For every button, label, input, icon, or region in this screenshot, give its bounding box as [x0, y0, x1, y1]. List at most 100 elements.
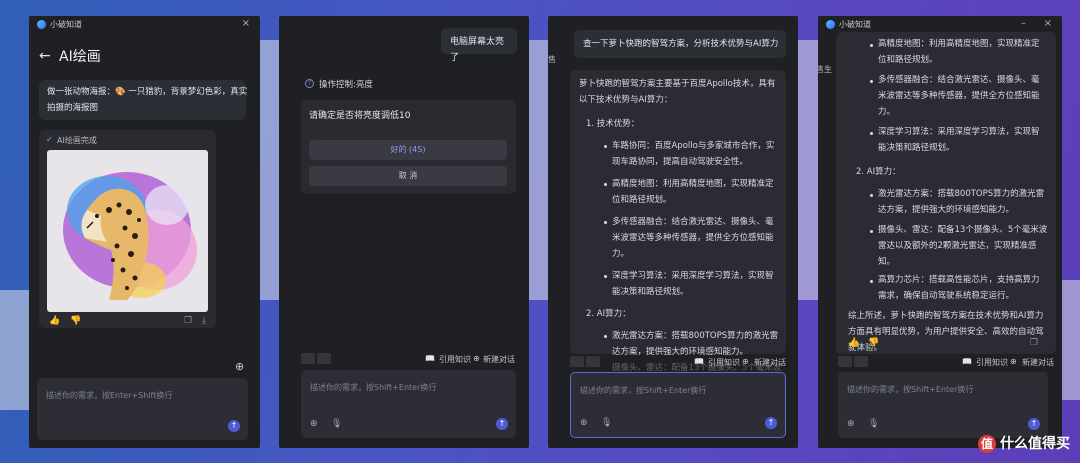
document-icon[interactable]	[301, 353, 315, 364]
thumbs-up-icon[interactable]: 👍	[848, 338, 859, 348]
cheetah-image[interactable]	[47, 150, 208, 312]
new-chat-icon: ⊕	[742, 357, 749, 366]
cloud-icon[interactable]	[586, 356, 600, 367]
help-icon: ?	[305, 79, 314, 88]
input-placeholder: 描述你的需求，按Enter+Shift换行	[46, 391, 173, 400]
add-icon[interactable]: ⊕	[310, 419, 318, 429]
message-input[interactable]: 描述你的需求，按Shift+Enter换行 ⊕ 🎙 ↑	[301, 370, 516, 438]
reply-line: 车路协同：百度Apollo与多家城市合作，实	[612, 141, 775, 151]
reply-line: 摄像头、雷达：配备13个摄像头、5个毫米波	[878, 225, 1048, 235]
reply-line: 位和路径规划。	[612, 195, 672, 205]
send-button[interactable]: ↑	[228, 420, 240, 432]
download-icon[interactable]: ⤓	[202, 316, 206, 326]
knowledge-button[interactable]: 引用知识	[439, 354, 471, 365]
message-input[interactable]: 描述你的需求，按Shift+Enter换行 ⊕ 🎙 ↑	[838, 372, 1048, 438]
message-input[interactable]: 描述你的需求，按Shift+Enter换行 ⊕ 🎙 ↑	[570, 372, 786, 438]
book-icon: 📖	[425, 354, 435, 363]
background-strip	[0, 290, 29, 410]
bullet-icon	[870, 230, 873, 233]
prompt-line: 做一张动物海报：🎨 一只猎豹，背景梦幻色彩，真实	[47, 87, 248, 97]
book-icon: 📖	[694, 357, 704, 366]
edge-label: 售生	[818, 65, 832, 74]
reply-line: 达方案，提供强大的环境感知能力。	[878, 205, 1015, 215]
bullet-icon	[604, 275, 607, 278]
cancel-button[interactable]: 取 消	[309, 166, 507, 186]
reply-line: 米波雷达等多种传感器，提供全方位感知能	[612, 233, 774, 243]
reply-line: 萝卜快跑的智驾方案主要基于百度Apollo技术，具有	[579, 79, 776, 89]
new-chat-button[interactable]: 新建对话	[483, 354, 515, 365]
input-toolbar: 📖 引用知识 ⊕ 新建对话	[838, 356, 1056, 368]
send-button[interactable]: ↑	[765, 417, 777, 429]
bullet-icon	[870, 132, 873, 135]
new-chat-button[interactable]: 新建对话	[754, 357, 786, 368]
confirm-button[interactable]: 好的 (4S)	[309, 140, 507, 160]
bullet-icon	[604, 183, 607, 186]
site-watermark: 值什么值得买	[978, 433, 1070, 453]
reply-line: 高精度地图：利用高精度地图，实现精准定	[612, 179, 774, 189]
app-logo-icon	[826, 20, 835, 29]
new-chat-button[interactable]: 新建对话	[1022, 357, 1054, 368]
cloud-icon[interactable]	[317, 353, 331, 364]
background-strip	[529, 40, 548, 300]
section-label: 操作控制:亮度	[319, 80, 373, 90]
cloud-icon[interactable]	[854, 356, 868, 367]
reply-line: 高算力芯片：搭载高性能芯片，支持高算力	[878, 275, 1040, 285]
image-result-card: ✓ AI绘画完成 👍 👎 ❐ ⤓	[39, 130, 216, 328]
document-icon[interactable]	[570, 356, 584, 367]
user-prompt-bubble: 做一张动物海报：🎨 一只猎豹，背景梦幻色彩，真实 拍摄的海报图	[39, 80, 248, 120]
user-message-bubble: 电脑屏幕太亮了	[441, 28, 517, 63]
thumbs-up-icon[interactable]: 👍	[49, 316, 60, 326]
ai-drawing-panel: 小破知道 × ← AI绘画 做一张动物海报：🎨 一只猎豹，背景梦幻色彩，真实 拍…	[29, 16, 260, 448]
bullet-icon	[870, 280, 873, 283]
bullet-icon	[604, 145, 607, 148]
microphone-icon[interactable]: 🎙	[601, 418, 612, 428]
assistant-reply: 高精度地图：利用高精度地图，实现精准定 位和路径规划。 多传感器融合：结合激光雷…	[836, 32, 1056, 354]
watermark-text: 什么值得买	[1000, 436, 1070, 452]
bullet-icon	[870, 44, 873, 47]
input-placeholder: 描述你的需求，按Shift+Enter换行	[580, 386, 707, 395]
add-icon[interactable]: ⊕	[847, 419, 855, 429]
copy-icon[interactable]: ❐	[184, 316, 192, 326]
send-button[interactable]: ↑	[496, 418, 508, 430]
copy-icon[interactable]: ❐	[1030, 338, 1038, 348]
reply-line: 位和路径规划。	[878, 55, 938, 65]
prompt-line: 拍摄的海报图	[47, 103, 99, 113]
back-arrow-icon[interactable]: ←	[39, 48, 51, 64]
thumbs-down-icon[interactable]: 👎	[70, 316, 81, 326]
watermark-badge: 值	[978, 435, 996, 453]
message-input[interactable]: 描述你的需求，按Enter+Shift换行 ↑	[37, 378, 248, 440]
send-button[interactable]: ↑	[1028, 418, 1040, 430]
microphone-icon[interactable]: 🎙	[331, 419, 342, 429]
minimize-icon[interactable]: –	[1021, 18, 1026, 29]
input-placeholder: 描述你的需求，按Shift+Enter换行	[847, 385, 974, 394]
reply-line: 现车路协同，提高自动驾驶安全性。	[612, 157, 749, 167]
confirm-card: 请确定是否将亮度调低10 好的 (4S) 取 消	[301, 100, 516, 194]
reply-heading: 2. AI算力：	[856, 167, 901, 177]
knowledge-button[interactable]: 引用知识	[976, 357, 1008, 368]
reply-line: 知。	[878, 257, 896, 267]
close-icon[interactable]: ×	[242, 18, 250, 29]
add-icon[interactable]: ⊕	[580, 418, 588, 428]
reply-line: 深度学习算法：采用深度学习算法，实现智	[612, 271, 774, 281]
reply-heading: 2. AI算力：	[586, 309, 631, 319]
bullet-icon	[604, 335, 607, 338]
document-icon[interactable]	[838, 356, 852, 367]
knowledge-button[interactable]: 引用知识	[708, 357, 740, 368]
reply-line: 激光雷达方案：搭载800TOPS算力的激光雷	[878, 189, 1045, 199]
reply-line: 综上所述，萝卜快跑的智驾方案在技术优势和AI算力	[848, 311, 1044, 321]
input-toolbar: 📖 引用知识 ⊕ 新建对话	[301, 353, 516, 365]
microphone-icon[interactable]: 🎙	[868, 419, 879, 429]
close-icon[interactable]: ×	[1044, 18, 1052, 29]
reply-line: 能决策和路径规划。	[878, 143, 955, 153]
new-chat-icon: ⊕	[473, 354, 480, 363]
reply-line: 能决策和路径规划。	[612, 287, 689, 297]
add-icon[interactable]: ⊕	[235, 361, 244, 372]
bullet-icon	[604, 221, 607, 224]
confirm-question: 请确定是否将亮度调低10	[309, 111, 411, 121]
reply-line: 需求，确保自动驾驶系统稳定运行。	[878, 291, 1015, 301]
thumbs-down-icon[interactable]: 👎	[868, 338, 879, 348]
check-icon: ✓	[46, 135, 53, 144]
background-strip	[798, 40, 818, 300]
reply-line: 力。	[612, 249, 630, 259]
book-icon: 📖	[962, 357, 972, 366]
